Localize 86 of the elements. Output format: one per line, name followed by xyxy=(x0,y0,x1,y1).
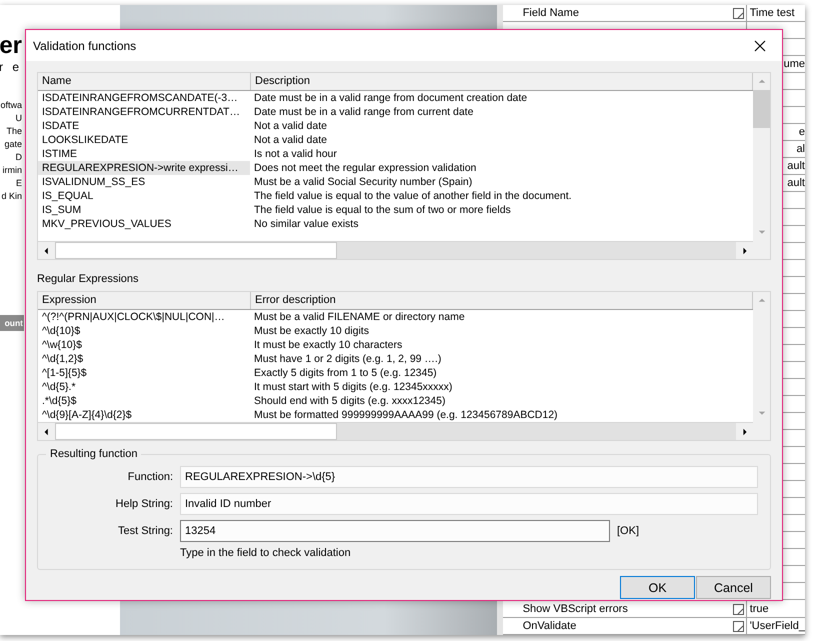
function-description: Not a valid date xyxy=(253,119,328,133)
expression[interactable]: .*\d{5}$ xyxy=(38,394,250,408)
function-description: Must be a valid Social Security number (Spain) xyxy=(253,175,474,189)
property-name: OnValidate xyxy=(522,619,578,634)
hint-text: Type in the field to check validation xyxy=(180,547,352,559)
function-description: The field value is equal to the value of another field in the document. xyxy=(253,189,573,203)
expression[interactable]: ^\d{5}.* xyxy=(38,380,250,394)
scrollbar-thumb[interactable] xyxy=(55,242,337,259)
function-name[interactable]: IS_EQUAL xyxy=(38,189,250,203)
function-description: No similar value exists xyxy=(253,217,360,231)
error-description: Must have 1 or 2 digits (e.g. 1, 2, 99 ….) xyxy=(253,352,442,366)
error-description: Must be exactly 10 digits xyxy=(253,324,370,338)
function-name[interactable]: LOOKSLIKEDATE xyxy=(38,133,250,147)
function-description: Does not meet the regular expression validation xyxy=(253,161,478,175)
function-name[interactable]: ISTIME xyxy=(38,147,250,161)
input-field[interactable]: Invalid ID number xyxy=(180,493,758,515)
down-arrow-icon xyxy=(756,410,766,418)
vertical-scrollbar[interactable] xyxy=(753,292,770,422)
error-description: It must start with 5 digits (e.g. 12345xxxxx) xyxy=(253,380,454,394)
logo-text: er xyxy=(0,33,23,59)
error-description: Exactly 5 digits from 1 to 5 (e.g. 12345) xyxy=(253,366,438,380)
input-field[interactable]: 13254 xyxy=(180,520,610,542)
window-title: Validation functions xyxy=(33,38,136,52)
edit-icon[interactable] xyxy=(732,621,744,632)
field-label: Function: xyxy=(126,471,173,483)
function-description: Date must be in a valid range from current date xyxy=(253,105,474,119)
error-description: Must be a valid FILENAME or directory name xyxy=(253,310,466,324)
column-header[interactable]: Expression xyxy=(38,292,251,309)
function-name[interactable]: ISDATEINRANGEFROMSCANDATE(-3… xyxy=(38,91,250,105)
field-label: Help String: xyxy=(114,498,173,510)
horizontal-scrollbar[interactable] xyxy=(38,422,753,440)
property-value: Time test xyxy=(746,5,805,21)
function-name[interactable]: IS_SUM xyxy=(38,203,250,217)
error-description: It must be exactly 10 characters xyxy=(253,338,404,352)
expression[interactable]: ^(?!^(PRN|AUX|CLOCK\$|NUL|CON|… xyxy=(38,310,250,324)
function-description: Is not a valid hour xyxy=(253,147,338,161)
document-text: irmin xyxy=(2,164,23,177)
ok-button[interactable]: OK xyxy=(620,576,695,599)
function-name[interactable]: REGULAREXPRESION->write expressi… xyxy=(38,161,250,175)
error-description: Must be formatted 999999999AAAA99 (e.g. 123456789ABCD12) xyxy=(253,408,559,422)
column-header: ount xyxy=(0,315,24,331)
error-description: Should end with 5 digits (e.g. xxxx12345) xyxy=(253,394,446,408)
cancel-button[interactable]: Cancel xyxy=(696,576,771,599)
edit-icon[interactable] xyxy=(732,8,744,19)
close-icon xyxy=(754,40,766,52)
up-arrow-icon xyxy=(756,296,766,304)
input-field[interactable]: REGULAREXPRESION->\d{5} xyxy=(180,466,758,488)
function-name[interactable]: MKV_PREVIOUS_VALUES xyxy=(38,217,250,231)
field-label: Test String: xyxy=(116,525,173,537)
section-label: Regular Expressions xyxy=(37,273,140,285)
function-description: Not a valid date xyxy=(253,133,328,147)
document-text: E xyxy=(16,177,23,190)
horizontal-scrollbar[interactable] xyxy=(38,241,753,259)
function-name[interactable]: ISVALIDNUM_SS_ES xyxy=(38,175,250,189)
expression[interactable]: ^\d{10}$ xyxy=(38,324,250,338)
column-header[interactable]: Name xyxy=(38,73,251,90)
expression[interactable]: ^\w{10}$ xyxy=(38,338,250,352)
scroll-left-button[interactable] xyxy=(38,242,55,259)
document-text: The xyxy=(6,125,23,138)
function-description: Date must be in a valid range from document creation date xyxy=(253,91,528,105)
document-text: oftwa xyxy=(0,99,23,112)
expression[interactable]: ^\d{9}[A-Z]{4}\d{2}$ xyxy=(38,408,250,422)
scrollbar-thumb[interactable] xyxy=(55,423,337,440)
up-arrow-icon xyxy=(756,78,766,86)
scrollbar-thumb[interactable] xyxy=(753,90,770,128)
document-text: d Kin xyxy=(1,190,23,203)
expression[interactable]: ^[1-5]{5}$ xyxy=(38,366,250,380)
document-text: D xyxy=(16,151,23,164)
edit-icon[interactable] xyxy=(732,604,744,615)
function-name[interactable]: ISDATE xyxy=(38,119,250,133)
expression[interactable]: ^\d{1,2}$ xyxy=(38,352,250,366)
property-name: Show VBScript errors xyxy=(522,602,629,617)
scroll-right-button[interactable] xyxy=(736,423,753,440)
scroll-right-button[interactable] xyxy=(736,242,753,259)
down-arrow-icon xyxy=(756,228,766,236)
scroll-left-button[interactable] xyxy=(38,423,55,440)
document-text: U xyxy=(16,112,23,125)
validation-status: [OK] xyxy=(617,525,640,537)
document-text: gate xyxy=(4,138,23,151)
property-value: 'UserField_ xyxy=(746,618,805,634)
property-name: Field Name xyxy=(522,6,580,21)
function-name[interactable]: ISDATEINRANGEFROMCURRENTDAT… xyxy=(38,105,250,119)
group-title: Resulting function xyxy=(49,448,138,460)
vertical-scrollbar[interactable] xyxy=(753,73,770,241)
logo-text: r e xyxy=(0,59,23,75)
function-description: The field value is equal to the sum of two or more fields xyxy=(253,203,512,217)
